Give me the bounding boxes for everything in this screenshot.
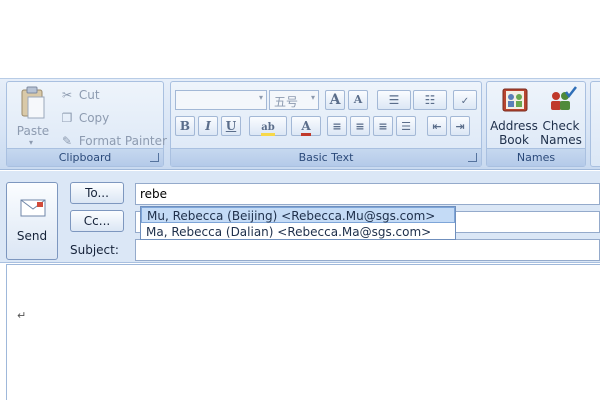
message-body[interactable]: ↵: [6, 264, 600, 400]
clipboard-group-label: Clipboard: [7, 148, 163, 166]
align-left-button[interactable]: ≡: [327, 116, 347, 136]
chevron-down-icon: ▾: [258, 93, 263, 102]
numbered-list-icon: ☷: [424, 93, 436, 107]
names-group: Address Book Check Names Names: [486, 81, 586, 167]
send-button[interactable]: Send: [6, 182, 58, 260]
check-names-label-line1: Check: [542, 119, 580, 133]
clipboard-icon: [21, 86, 45, 119]
cut-label: Cut: [78, 88, 100, 102]
subject-field[interactable]: [135, 239, 600, 261]
decrease-indent-button[interactable]: ⇤: [427, 116, 447, 136]
ribbon: Paste ▾ ✂ Cut ❐ Copy ✎ Format Painter Cl…: [0, 78, 600, 170]
clipboard-dialog-launcher-icon[interactable]: [150, 153, 159, 162]
address-book-icon: [502, 88, 528, 112]
clipboard-group: Paste ▾ ✂ Cut ❐ Copy ✎ Format Painter Cl…: [6, 81, 167, 167]
envelope-icon: [20, 199, 46, 217]
increase-indent-button[interactable]: ⇥: [450, 116, 470, 136]
check-names-label-line2: Names: [540, 133, 582, 147]
highlighter-icon: ab: [261, 122, 275, 136]
align-right-button[interactable]: ≡: [373, 116, 393, 136]
styles-button[interactable]: ✓: [453, 90, 477, 110]
autocomplete-dropdown: Mu, Rebecca (Beijing) <Rebecca.Mu@sgs.co…: [140, 206, 456, 240]
copy-button[interactable]: ❐ Copy: [59, 109, 159, 127]
bullets-button[interactable]: ☰: [377, 90, 411, 110]
align-right-icon: ≡: [378, 120, 388, 133]
cut-button[interactable]: ✂ Cut: [59, 86, 159, 104]
names-group-label: Names: [487, 148, 585, 166]
suggestion-item[interactable]: Ma, Rebecca (Dalian) <Rebecca.Ma@sgs.com…: [141, 224, 455, 240]
paste-button[interactable]: Paste ▾: [11, 86, 55, 150]
next-group-edge: [590, 81, 600, 167]
to-field-value: rebe: [140, 187, 168, 201]
outdent-icon: ⇤: [432, 120, 442, 133]
basic-text-group-label: Basic Text: [171, 148, 481, 166]
basic-text-group: ▾ 五号 ▾ A A ☰ ☷ ✓ B I U ab A ≡ ≡ ≡ ☰ ⇤ ⇥ …: [170, 81, 482, 167]
font-size-combo[interactable]: 五号 ▾: [269, 90, 319, 110]
cc-button[interactable]: Cc...: [70, 210, 124, 232]
justify-icon: ☰: [401, 120, 411, 133]
scissors-icon: ✂: [61, 88, 73, 102]
to-button[interactable]: To...: [70, 182, 124, 204]
chevron-down-icon: ▾: [29, 138, 34, 147]
address-book-label-line2: Book: [499, 133, 529, 147]
align-center-icon: ≡: [355, 120, 365, 133]
grow-font-button[interactable]: A: [325, 90, 345, 110]
paste-label: Paste: [16, 124, 50, 138]
italic-button[interactable]: I: [198, 116, 218, 136]
align-left-icon: ≡: [332, 120, 342, 133]
justify-button[interactable]: ☰: [396, 116, 416, 136]
underline-button[interactable]: U: [221, 116, 241, 136]
suggestion-item[interactable]: Mu, Rebecca (Beijing) <Rebecca.Mu@sgs.co…: [141, 207, 455, 223]
numbering-button[interactable]: ☷: [413, 90, 447, 110]
highlight-button[interactable]: ab: [249, 116, 287, 136]
copy-label: Copy: [78, 111, 110, 125]
subject-label: Subject:: [70, 243, 119, 257]
paragraph-mark: ↵: [17, 309, 27, 322]
bold-button[interactable]: B: [175, 116, 195, 136]
font-name-combo[interactable]: ▾: [175, 90, 267, 110]
shrink-font-button[interactable]: A: [348, 90, 368, 110]
copy-icon: ❐: [61, 111, 73, 125]
basic-text-dialog-launcher-icon[interactable]: [468, 153, 477, 162]
bullet-list-icon: ☰: [388, 93, 400, 107]
address-book-label-line1: Address: [490, 119, 538, 133]
font-color-icon: A: [301, 119, 311, 136]
align-center-button[interactable]: ≡: [350, 116, 370, 136]
send-label: Send: [16, 229, 48, 243]
check-names-icon: [551, 86, 577, 110]
check-names-button[interactable]: Check Names: [537, 84, 585, 150]
format-painter-label: Format Painter: [78, 134, 167, 148]
chevron-down-icon: ▾: [310, 93, 315, 102]
indent-icon: ⇥: [455, 120, 465, 133]
address-book-button[interactable]: Address Book: [489, 84, 539, 150]
font-size-value: 五号: [274, 95, 299, 109]
to-field[interactable]: rebe: [135, 183, 600, 205]
font-color-button[interactable]: A: [291, 116, 321, 136]
spelling-icon: ✓: [460, 96, 470, 107]
